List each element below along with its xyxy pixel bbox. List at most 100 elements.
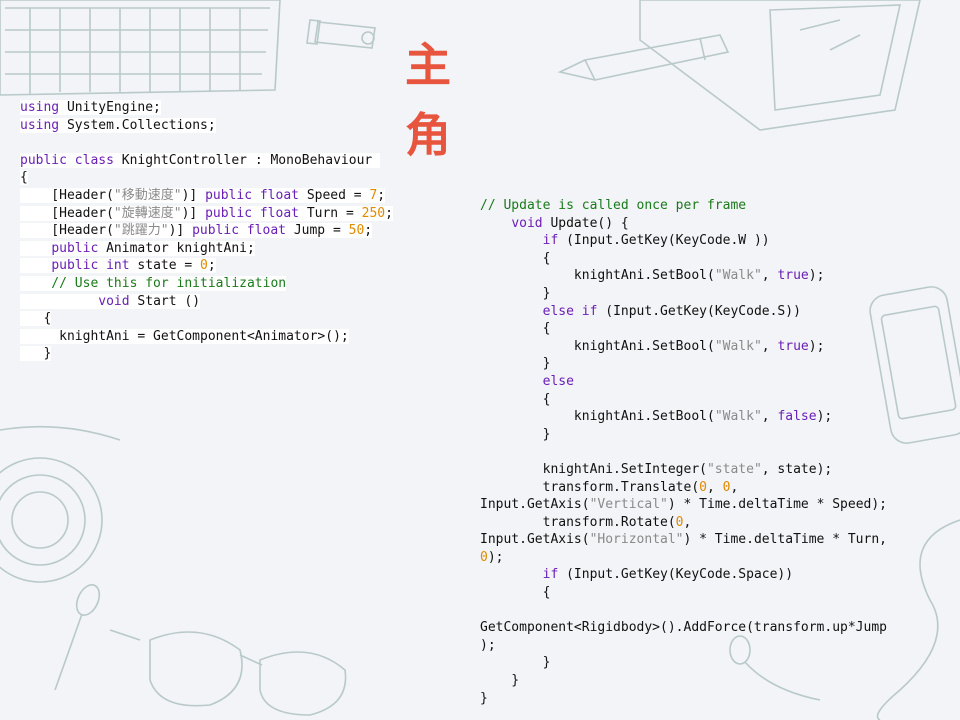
code-token: "Walk": [714, 338, 762, 354]
code-token: float: [259, 205, 299, 221]
code-token: public: [205, 205, 253, 221]
glasses-icon: [109, 629, 347, 716]
code-token: true: [777, 268, 809, 284]
code-token: Jump =: [286, 223, 349, 239]
code-line: }: [480, 691, 488, 706]
code-token: {: [20, 311, 52, 327]
code-token: knightAni.SetBool(: [480, 268, 715, 284]
code-token: void: [98, 293, 130, 309]
usb-drive-icon: [306, 19, 376, 49]
code-token: "跳躍力": [113, 223, 169, 239]
code-token: System.Collections;: [59, 117, 216, 133]
code-token: else: [542, 373, 574, 389]
code-token: true: [777, 338, 809, 354]
code-token: UnityEngine;: [59, 100, 161, 115]
code-token: // Use this for initialization: [20, 275, 287, 291]
code-token: if: [581, 303, 598, 319]
code-token: transform.Translate(: [480, 479, 700, 495]
code-line: }: [480, 655, 551, 670]
code-line: {: [480, 391, 551, 407]
code-line: public Animator knightAni;: [20, 240, 255, 256]
code-line: {: [480, 585, 551, 600]
code-token: (Input.GetKey(KeyCode.W )): [558, 233, 770, 249]
coffee-cup-icon: [0, 425, 121, 583]
code-line: Input.GetAxis("Vertical") * Time.deltaTi…: [480, 497, 887, 512]
code-token: 0: [200, 258, 208, 274]
code-line: }: [20, 346, 52, 362]
code-line: // Update is called once per frame: [480, 198, 746, 213]
code-token: 0: [675, 514, 684, 530]
code-token: )]: [181, 187, 206, 203]
code-token: "Walk": [714, 268, 762, 284]
code-token: Input.GetAxis(: [480, 532, 590, 548]
keyboard-icon: [0, 0, 281, 96]
code-line: }: [480, 285, 551, 301]
code-line: using UnityEngine;: [20, 100, 161, 115]
code-token: float: [259, 187, 299, 203]
code-line: {: [480, 321, 551, 336]
code-token: )]: [181, 205, 206, 221]
code-token: ,: [683, 514, 692, 530]
code-token: ;: [377, 187, 386, 203]
code-token: // Update is called once per frame: [480, 198, 747, 213]
code-token: [Header(: [20, 223, 114, 239]
code-line: knightAni.SetInteger("state", state);: [480, 461, 833, 477]
spoon-icon: [54, 584, 101, 691]
code-token: knightAni.SetBool(: [480, 338, 715, 354]
code-token: ) * Time.deltaTime * Turn,: [683, 532, 888, 548]
code-token: [Header(: [20, 205, 114, 221]
code-line: else: [480, 374, 574, 389]
code-token: knightAni.SetBool(: [480, 409, 715, 425]
code-token: else: [542, 303, 574, 319]
code-line: 0);: [480, 550, 503, 565]
code-token: knightAni.SetInteger(: [480, 461, 707, 477]
code-token: (Input.GetKey(KeyCode.S)): [597, 303, 801, 319]
code-token: }: [480, 285, 551, 301]
code-token: }: [480, 673, 520, 689]
code-token: void: [511, 215, 543, 231]
code-line: // Use this for initialization: [20, 275, 287, 291]
code-token: ,: [706, 479, 723, 495]
code-token: "Walk": [714, 409, 762, 425]
code-token: Input.GetAxis(: [480, 497, 590, 513]
notebook-icon: [639, 0, 921, 131]
code-line: [Header("跳躍力")] public float Jump = 50;: [20, 223, 373, 239]
code-token: [Header(: [20, 187, 114, 203]
code-token: ;: [385, 205, 393, 221]
code-line: }: [480, 673, 519, 688]
code-line: knightAni = GetComponent<Animator>();: [20, 328, 349, 344]
code-token: , state);: [761, 461, 833, 477]
code-line: {: [20, 311, 52, 327]
code-line: knightAni.SetBool("Walk", true);: [480, 268, 825, 284]
code-line: {: [480, 251, 551, 266]
code-token: float: [246, 223, 286, 239]
code-token: ) * Time.deltaTime * Speed);: [667, 497, 888, 513]
code-token: public: [51, 240, 99, 256]
code-token: ;: [364, 223, 373, 239]
code-token: ,: [761, 409, 778, 425]
code-line: );: [480, 638, 496, 653]
code-token: int: [106, 258, 130, 274]
code-token: Update() {: [542, 215, 629, 231]
code-token: {: [480, 391, 551, 407]
code-token: ,: [761, 338, 778, 354]
code-line: Input.GetAxis("Horizontal") * Time.delta…: [480, 532, 887, 547]
code-token: }: [480, 356, 551, 372]
code-line: else if (Input.GetKey(KeyCode.S)): [480, 304, 801, 319]
code-token: if: [542, 567, 559, 583]
slide-title: 主 角: [405, 38, 511, 162]
code-line: void Update() {: [480, 215, 629, 231]
code-token: false: [777, 409, 817, 425]
code-token: {: [20, 170, 28, 186]
